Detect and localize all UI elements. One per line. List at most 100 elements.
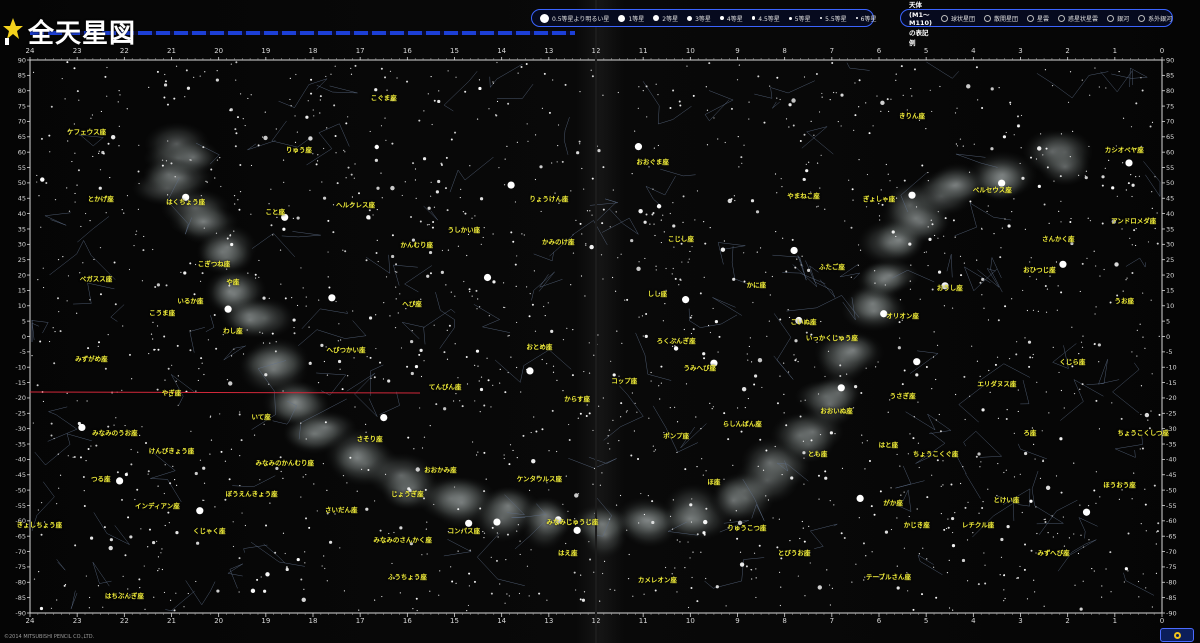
star [520, 65, 523, 68]
star [796, 258, 798, 260]
ra-tick-label: 17 [356, 617, 365, 625]
star [174, 176, 176, 178]
star [242, 118, 244, 120]
star [426, 553, 428, 555]
ra-tick-label: 3 [1018, 47, 1022, 55]
star [437, 99, 441, 104]
star [391, 562, 393, 565]
star [664, 566, 667, 569]
star [39, 606, 44, 611]
star [471, 217, 473, 219]
star [455, 392, 457, 395]
star [57, 453, 59, 455]
star [415, 197, 417, 199]
star [292, 217, 294, 219]
star [427, 93, 429, 95]
star [148, 528, 151, 531]
star [881, 203, 884, 206]
star [896, 517, 898, 519]
star [597, 334, 599, 336]
star [1044, 284, 1047, 287]
messier-legend: メシエ天体 (M1～M110) の表記例 球状星団散開星団星雲惑星状星雲銀河系外… [900, 1, 1173, 47]
star [543, 72, 546, 75]
star [638, 86, 640, 88]
star [978, 512, 980, 514]
ra-tick-label: 20 [214, 617, 223, 625]
star [626, 298, 629, 301]
star [643, 593, 645, 595]
star [121, 389, 123, 391]
star [141, 280, 144, 282]
star [247, 97, 249, 100]
star [76, 400, 78, 402]
magnitude-legend-item: 0.5等星より明るい星 [540, 13, 609, 23]
star [1019, 162, 1021, 165]
ra-tick-label: 1 [1113, 47, 1117, 55]
constellation-label: うお座 [1114, 296, 1135, 305]
star [1022, 289, 1024, 292]
star [763, 121, 766, 124]
star [479, 411, 481, 413]
star [163, 591, 166, 594]
star [800, 264, 802, 266]
dec-tick-label: -80 [1166, 579, 1177, 587]
star [808, 161, 810, 163]
dec-tick-label: 35 [18, 225, 26, 233]
star [750, 361, 753, 363]
star [979, 466, 981, 468]
star [338, 323, 340, 325]
star [874, 270, 876, 272]
star [169, 599, 172, 601]
star [854, 82, 856, 84]
magnitude-legend-item: 1等星 [618, 14, 644, 23]
star [968, 171, 971, 173]
star [590, 69, 592, 71]
star [1049, 275, 1051, 277]
star [1140, 385, 1143, 387]
constellation-label: おおかみ座 [424, 465, 457, 474]
star [749, 337, 751, 339]
star [799, 415, 802, 418]
star [130, 448, 132, 451]
star [1003, 589, 1005, 591]
ra-tick-label: 9 [735, 47, 739, 55]
star [431, 123, 433, 126]
star [301, 597, 306, 603]
star [840, 125, 842, 127]
star [1130, 174, 1132, 176]
star [868, 460, 871, 463]
star [377, 260, 379, 263]
star [143, 235, 145, 238]
star [702, 531, 706, 535]
star [275, 341, 277, 343]
star [602, 94, 604, 96]
star [1156, 531, 1158, 533]
star [308, 326, 310, 328]
star [1098, 86, 1100, 88]
dec-tick-label: -45 [15, 471, 26, 479]
star [74, 152, 76, 154]
star [672, 267, 674, 270]
star [327, 276, 329, 278]
star [614, 290, 617, 292]
constellation-label: はくちょう座 [166, 198, 206, 207]
star [884, 284, 886, 286]
star [381, 595, 383, 598]
star [1122, 162, 1124, 164]
star [166, 103, 169, 106]
star [979, 281, 982, 284]
star [326, 489, 328, 491]
star [57, 259, 60, 261]
star [129, 535, 133, 539]
star [662, 214, 664, 216]
star [1153, 484, 1156, 487]
constellation-label: カメレオン座 [637, 576, 677, 585]
bright-star [116, 477, 124, 485]
star [379, 529, 382, 532]
star [138, 144, 140, 146]
star [1057, 285, 1059, 287]
star [780, 178, 782, 180]
star [969, 395, 971, 397]
constellation-label: こじし座 [667, 235, 694, 244]
star [353, 357, 355, 359]
